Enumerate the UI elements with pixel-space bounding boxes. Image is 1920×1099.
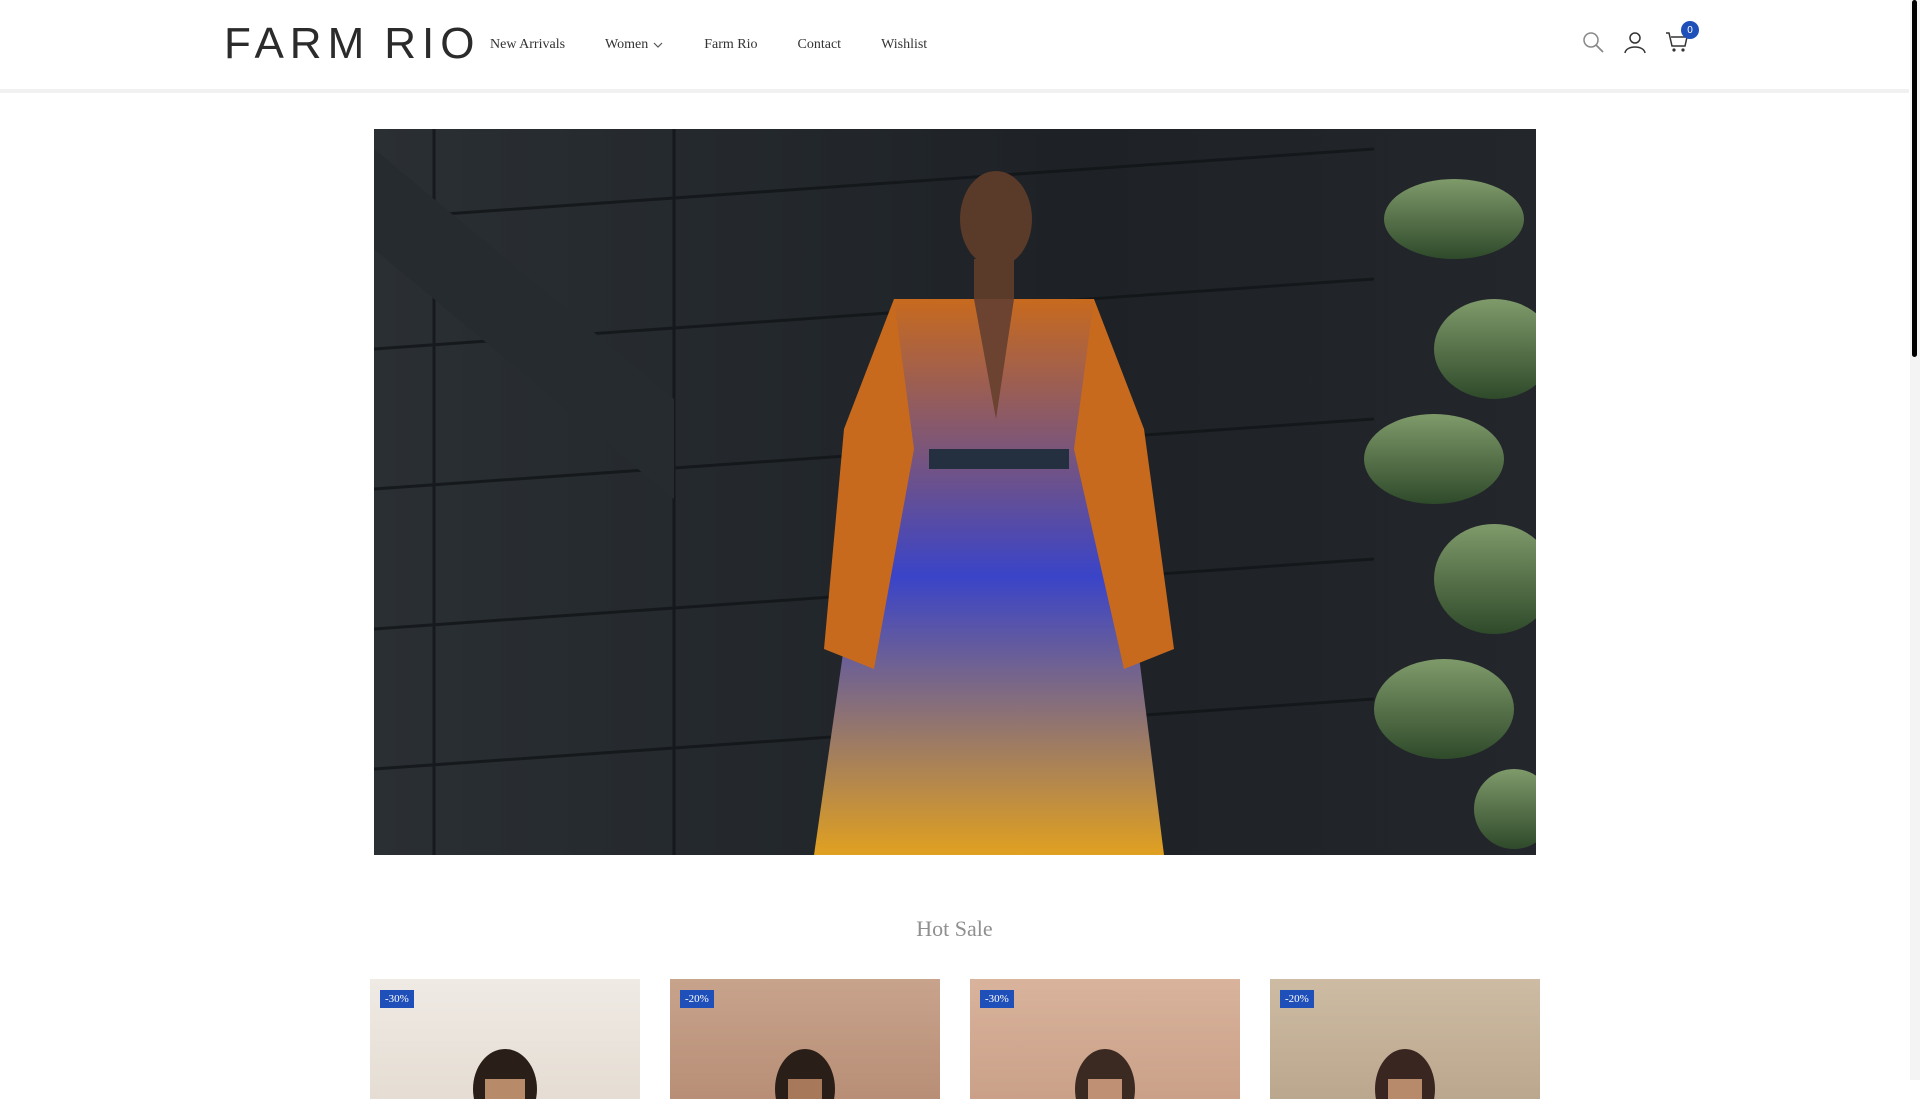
nav-item-label: Wishlist xyxy=(881,36,928,52)
logo-word-farm: FARM xyxy=(224,19,371,68)
product-card[interactable]: -20% xyxy=(670,979,940,1099)
main-nav: New Arrivals Women Farm Rio Contact Wish… xyxy=(490,0,967,89)
brand-logo[interactable]: FARM RIO xyxy=(224,19,480,68)
hero-illustration xyxy=(374,129,1536,855)
user-icon xyxy=(1624,32,1646,54)
hero-banner-image[interactable] xyxy=(374,129,1536,855)
search-button[interactable] xyxy=(1581,30,1605,54)
discount-badge: -30% xyxy=(980,990,1014,1008)
nav-item-farm-rio[interactable]: Farm Rio xyxy=(704,37,757,53)
nav-item-wishlist[interactable]: Wishlist xyxy=(881,37,927,53)
nav-item-new-arrivals[interactable]: New Arrivals xyxy=(490,37,565,53)
discount-badge: -20% xyxy=(1280,990,1314,1008)
discount-badge: -30% xyxy=(380,990,414,1008)
product-card[interactable]: -30% xyxy=(370,979,640,1099)
cart-count-badge: 0 xyxy=(1681,21,1699,39)
nav-item-label: Contact xyxy=(797,36,842,52)
search-icon xyxy=(1583,32,1604,53)
site-header: FARM RIO New Arrivals Women Farm Rio Con… xyxy=(0,0,1909,93)
product-grid: -30% -20% -30% -20% xyxy=(370,979,1540,1099)
account-button[interactable] xyxy=(1623,30,1647,54)
logo-word-rio: RIO xyxy=(384,19,481,68)
page-scrollbar[interactable] xyxy=(1910,0,1920,1080)
product-card[interactable]: -20% xyxy=(1270,979,1540,1099)
nav-item-contact[interactable]: Contact xyxy=(798,37,842,53)
product-card[interactable]: -30% xyxy=(970,979,1240,1099)
nav-item-women[interactable]: Women xyxy=(605,37,664,53)
scrollbar-thumb[interactable] xyxy=(1912,0,1917,357)
nav-item-label: Farm Rio xyxy=(704,36,758,52)
cart-button[interactable]: 0 xyxy=(1665,21,1699,54)
section-title: Hot Sale xyxy=(916,916,993,941)
nav-item-label: New Arrivals xyxy=(490,36,566,52)
header-actions: 0 xyxy=(1581,21,1699,54)
chevron-down-icon xyxy=(653,42,663,48)
discount-badge: -20% xyxy=(680,990,714,1008)
nav-item-label: Women xyxy=(605,36,649,52)
